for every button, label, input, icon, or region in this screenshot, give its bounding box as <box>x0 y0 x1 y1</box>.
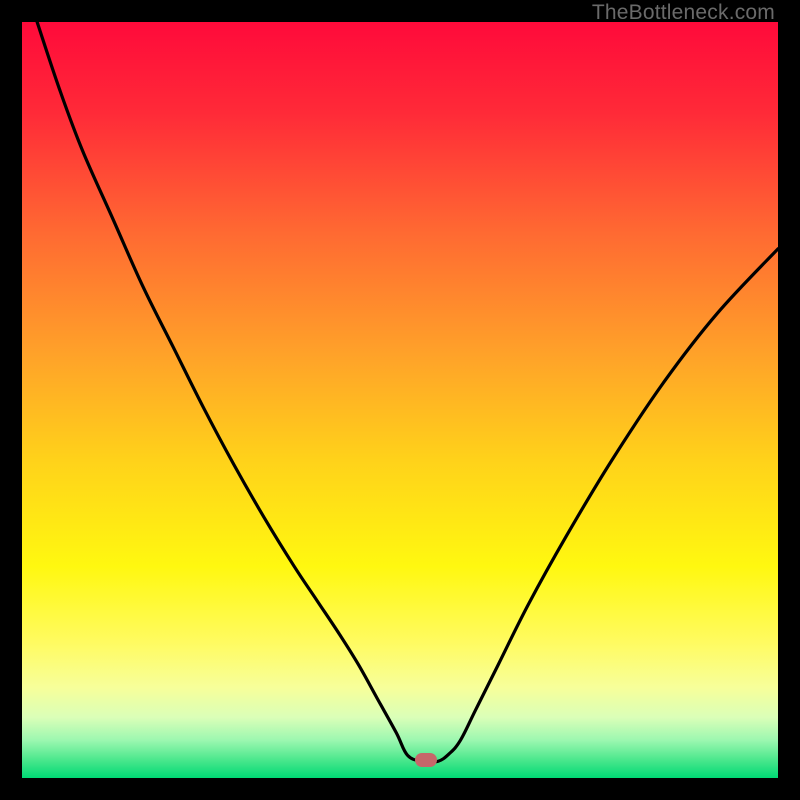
chart-frame: TheBottleneck.com <box>0 0 800 800</box>
optimal-balance-marker <box>415 753 437 767</box>
plot-area <box>22 22 778 778</box>
bottleneck-curve <box>22 22 778 778</box>
watermark-text: TheBottleneck.com <box>592 1 775 25</box>
